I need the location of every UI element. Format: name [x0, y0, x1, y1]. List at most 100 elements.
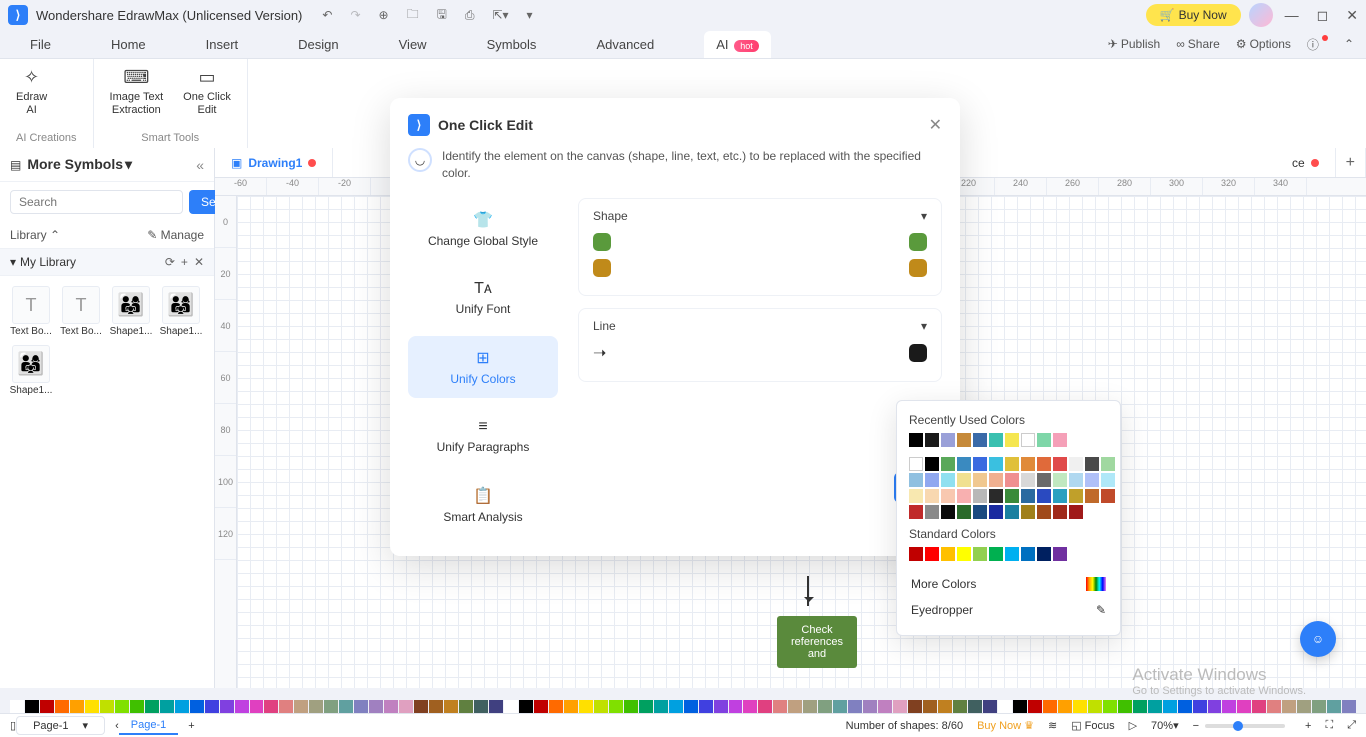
color-swatch[interactable]	[925, 505, 939, 519]
strip-color[interactable]	[1028, 700, 1042, 714]
strip-color[interactable]	[624, 700, 638, 714]
source-color-swatch[interactable]	[593, 259, 611, 277]
save-icon[interactable]: 🖫	[437, 5, 447, 26]
arrow-icon[interactable]: ➝	[593, 343, 606, 363]
strip-color[interactable]	[788, 700, 802, 714]
strip-color[interactable]	[1282, 700, 1296, 714]
color-swatch[interactable]	[941, 489, 955, 503]
shape-item[interactable]: Shape1...	[10, 345, 52, 396]
publish-button[interactable]: ✈ Publish	[1108, 37, 1160, 51]
buy-now-button[interactable]: 🛒 Buy Now	[1146, 4, 1241, 26]
strip-color[interactable]	[1133, 700, 1147, 714]
strip-color[interactable]	[130, 700, 144, 714]
sidebar-title[interactable]: More Symbols▾	[27, 156, 196, 173]
color-swatch[interactable]	[1037, 473, 1051, 487]
strip-color[interactable]	[205, 700, 219, 714]
layers-icon[interactable]: ≋	[1048, 719, 1057, 732]
strip-color[interactable]	[729, 700, 743, 714]
image-text-extraction-button[interactable]: ⌨ Image Text Extraction	[110, 67, 164, 117]
redo-icon[interactable]: ↷	[350, 8, 360, 22]
color-swatch[interactable]	[925, 457, 939, 471]
color-swatch[interactable]	[1005, 473, 1019, 487]
focus-button[interactable]: ◱ Focus	[1071, 719, 1114, 732]
dialog-nav-item[interactable]: TᴀUnify Font	[408, 268, 558, 328]
strip-color[interactable]	[699, 700, 713, 714]
strip-color[interactable]	[459, 700, 473, 714]
add-page-icon[interactable]: +	[188, 720, 194, 732]
color-swatch[interactable]	[909, 505, 923, 519]
color-swatch[interactable]	[925, 473, 939, 487]
menu-ai[interactable]: AI hot	[704, 31, 770, 58]
color-swatch[interactable]	[1085, 473, 1099, 487]
color-swatch[interactable]	[1005, 505, 1019, 519]
strip-color[interactable]	[1148, 700, 1162, 714]
strip-color[interactable]	[803, 700, 817, 714]
strip-color[interactable]	[863, 700, 877, 714]
color-swatch[interactable]	[957, 547, 971, 561]
color-swatch[interactable]	[1053, 473, 1067, 487]
strip-color[interactable]	[594, 700, 608, 714]
zoom-dropdown-icon[interactable]: ▾	[1173, 719, 1179, 732]
strip-color[interactable]	[953, 700, 967, 714]
color-swatch[interactable]	[941, 505, 955, 519]
strip-color[interactable]	[758, 700, 772, 714]
print-icon[interactable]: ⎙	[465, 8, 475, 23]
edraw-ai-button[interactable]: ✧ Edraw AI	[16, 67, 47, 117]
color-swatch[interactable]	[1101, 489, 1115, 503]
shape-item[interactable]: Shape1...	[160, 286, 202, 337]
eyedropper-button[interactable]: Eyedropper ✎	[909, 597, 1108, 623]
strip-color[interactable]	[250, 700, 264, 714]
strip-color[interactable]	[639, 700, 653, 714]
color-swatch[interactable]	[1069, 489, 1083, 503]
mylib-refresh-icon[interactable]: ⟳	[165, 255, 175, 269]
color-swatch[interactable]	[1037, 505, 1051, 519]
color-swatch[interactable]	[941, 547, 955, 561]
strip-color[interactable]	[85, 700, 99, 714]
more-colors-button[interactable]: More Colors	[909, 571, 1108, 597]
open-icon[interactable]: 🗀	[407, 5, 419, 26]
menu-file[interactable]: File	[20, 33, 61, 56]
color-swatch[interactable]	[1021, 473, 1035, 487]
user-avatar[interactable]	[1249, 3, 1273, 27]
strip-color[interactable]	[160, 700, 174, 714]
color-swatch[interactable]	[925, 489, 939, 503]
strip-color[interactable]	[893, 700, 907, 714]
strip-color[interactable]	[818, 700, 832, 714]
strip-color[interactable]	[1312, 700, 1326, 714]
menu-design[interactable]: Design	[288, 33, 348, 56]
strip-color[interactable]	[444, 700, 458, 714]
strip-color[interactable]	[654, 700, 668, 714]
strip-color[interactable]	[294, 700, 308, 714]
doc-tab-drawing1[interactable]: ▣ Drawing1	[215, 148, 333, 177]
target-color-swatch[interactable]	[909, 344, 927, 362]
strip-color[interactable]	[1043, 700, 1057, 714]
color-swatch[interactable]	[1053, 505, 1067, 519]
strip-color[interactable]	[324, 700, 338, 714]
color-swatch[interactable]	[973, 547, 987, 561]
strip-color[interactable]	[25, 700, 39, 714]
strip-color[interactable]	[848, 700, 862, 714]
dialog-nav-item[interactable]: 👕Change Global Style	[408, 198, 558, 260]
color-swatch[interactable]	[989, 433, 1003, 447]
strip-color[interactable]	[1267, 700, 1281, 714]
strip-color[interactable]	[908, 700, 922, 714]
color-swatch[interactable]	[1053, 457, 1067, 471]
strip-color[interactable]	[1237, 700, 1251, 714]
strip-color[interactable]	[235, 700, 249, 714]
color-swatch[interactable]	[1053, 433, 1067, 447]
shape-section-header[interactable]: Shape ▾	[593, 209, 927, 223]
line-section-header[interactable]: Line ▾	[593, 319, 927, 333]
strip-color[interactable]	[1193, 700, 1207, 714]
color-swatch[interactable]	[1101, 457, 1115, 471]
page-selector[interactable]: Page-1▾	[16, 716, 105, 735]
menu-insert[interactable]: Insert	[196, 33, 249, 56]
strip-color[interactable]	[369, 700, 383, 714]
color-swatch[interactable]	[973, 433, 987, 447]
collapse-sidebar-icon[interactable]: «	[196, 157, 204, 173]
menu-view[interactable]: View	[389, 33, 437, 56]
strip-color[interactable]	[1178, 700, 1192, 714]
color-swatch[interactable]	[941, 473, 955, 487]
strip-color[interactable]	[10, 700, 24, 714]
options-button[interactable]: ⚙ Options	[1236, 37, 1291, 51]
color-swatch[interactable]	[957, 433, 971, 447]
